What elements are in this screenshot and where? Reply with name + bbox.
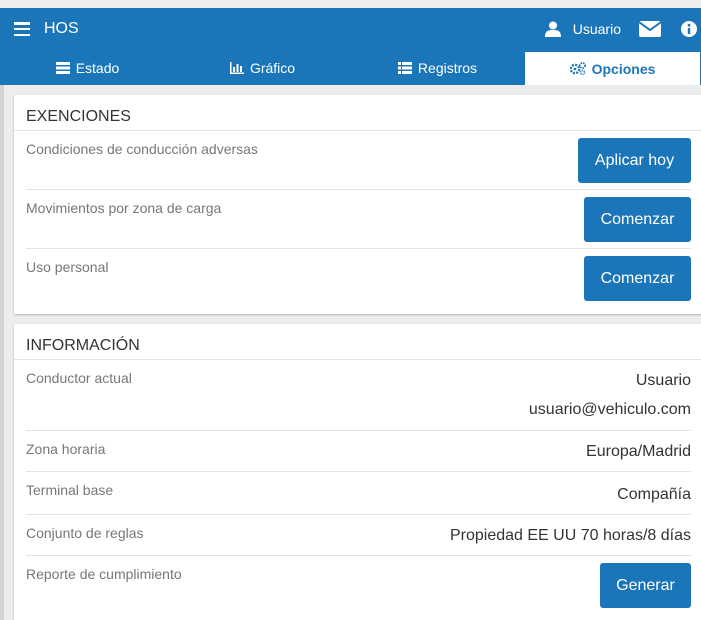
list-icon bbox=[55, 61, 70, 74]
app-title: HOS bbox=[44, 20, 79, 37]
header-tools: Usuario bbox=[544, 8, 701, 50]
menu-icon[interactable] bbox=[14, 22, 30, 36]
exemption-yard-moves: Movimientos por zona de carga Comenzar bbox=[26, 190, 691, 249]
row-label: Conductor actual bbox=[26, 370, 132, 386]
tab-label: Registros bbox=[417, 59, 478, 76]
tab-label: Opciones bbox=[591, 60, 656, 77]
information-title: INFORMACIÓN bbox=[14, 324, 701, 360]
row-label: Condiciones de conducción adversas bbox=[26, 141, 258, 157]
home-terminal-value: Compañía bbox=[617, 486, 691, 503]
row-label: Conjunto de reglas bbox=[26, 525, 144, 541]
timezone-value: Europa/Madrid bbox=[586, 443, 691, 460]
exemptions-title: EXENCIONES bbox=[14, 95, 701, 131]
row-label: Terminal base bbox=[26, 482, 114, 498]
timezone-row: Zona horaria Europa/Madrid bbox=[26, 431, 691, 472]
information-card: INFORMACIÓN Conductor actual Usuario usu… bbox=[14, 324, 701, 620]
tab-opciones[interactable]: Opciones bbox=[525, 50, 700, 85]
tab-label: Estado bbox=[75, 59, 120, 76]
tab-estado[interactable]: Estado bbox=[0, 50, 175, 85]
driver-email: usuario@vehiculo.com bbox=[528, 401, 691, 418]
tab-label: Gráfico bbox=[249, 59, 296, 76]
home-terminal-row: Terminal base Compañía bbox=[26, 472, 691, 515]
row-label: Uso personal bbox=[26, 259, 109, 275]
rows-icon bbox=[397, 61, 412, 74]
exemption-adverse-conditions: Condiciones de conducción adversas Aplic… bbox=[26, 131, 691, 190]
ruleset-row: Conjunto de reglas Propiedad EE UU 70 ho… bbox=[26, 515, 691, 556]
row-label: Reporte de cumplimiento bbox=[26, 566, 182, 582]
apply-today-button[interactable]: Aplicar hoy bbox=[578, 138, 691, 183]
generate-report-button[interactable]: Generar bbox=[600, 563, 691, 608]
tab-bar: Estado Gráfico Registros Opciones bbox=[0, 50, 701, 85]
current-driver-row: Conductor actual Usuario usuario@vehicul… bbox=[26, 360, 691, 431]
tab-grafico[interactable]: Gráfico bbox=[175, 50, 350, 85]
start-personal-use-button[interactable]: Comenzar bbox=[584, 256, 691, 301]
bar-chart-icon bbox=[229, 61, 244, 74]
user-name[interactable]: Usuario bbox=[573, 21, 621, 37]
info-icon[interactable] bbox=[681, 21, 697, 37]
exemption-personal-use: Uso personal Comenzar bbox=[26, 249, 691, 311]
driver-name: Usuario bbox=[635, 372, 691, 389]
user-icon[interactable] bbox=[544, 21, 561, 37]
title-bar: HOS Usuario bbox=[0, 8, 701, 50]
start-yard-moves-button[interactable]: Comenzar bbox=[584, 197, 691, 242]
exemptions-card: EXENCIONES Condiciones de conducción adv… bbox=[14, 95, 701, 314]
top-bar: HOS Usuario Estado Gráfico Registros Opc… bbox=[0, 8, 701, 85]
ruleset-value: Propiedad EE UU 70 horas/8 días bbox=[449, 527, 691, 544]
row-label: Movimientos por zona de carga bbox=[26, 200, 222, 216]
tab-registros[interactable]: Registros bbox=[350, 50, 525, 85]
mail-icon[interactable] bbox=[639, 21, 661, 37]
options-content[interactable]: EXENCIONES Condiciones de conducción adv… bbox=[0, 85, 701, 620]
gears-icon bbox=[569, 62, 586, 75]
row-label: Zona horaria bbox=[26, 441, 106, 457]
compliance-report-row: Reporte de cumplimiento Generar bbox=[26, 556, 691, 619]
